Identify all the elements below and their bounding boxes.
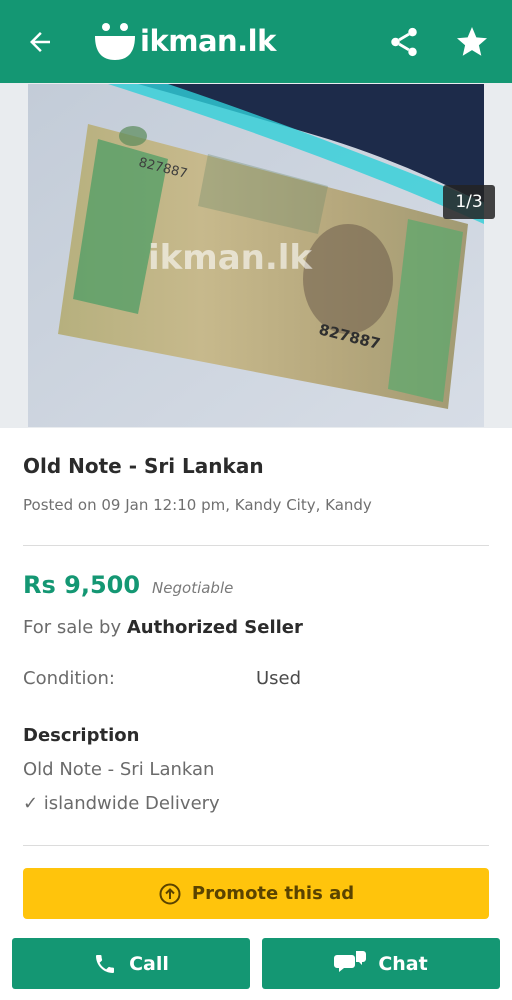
condition-label: Condition: <box>23 668 115 689</box>
seller-info: For sale by Authorized Seller <box>23 617 303 638</box>
description-line: Old Note - Sri Lankan <box>23 759 215 780</box>
chat-button[interactable]: Chat <box>262 938 500 989</box>
description-heading: Description <box>23 725 140 746</box>
brand-logo[interactable]: ikman.lk <box>92 18 276 64</box>
posted-info: Posted on 09 Jan 12:10 pm, Kandy City, K… <box>23 496 372 514</box>
phone-icon <box>96 954 115 973</box>
ikman-logo-icon <box>92 18 138 64</box>
favorite-button[interactable] <box>452 22 492 62</box>
condition-value: Used <box>256 668 302 689</box>
share-button[interactable] <box>384 22 424 62</box>
listing-title: Old Note - Sri Lankan <box>23 454 264 478</box>
brand-name: ikman.lk <box>140 24 276 58</box>
top-app-bar: ikman.lk <box>0 0 512 83</box>
watermark-text: ikman.lk <box>148 238 313 278</box>
promote-label: Promote this ad <box>191 883 355 904</box>
call-label: Call <box>129 952 169 975</box>
share-icon <box>391 27 417 57</box>
image-gallery[interactable]: 827887 827887 ikman.lk 1/3 <box>0 83 512 428</box>
negotiable-label: Negotiable <box>152 579 234 597</box>
chat-bubbles-icon <box>334 950 367 972</box>
chat-label: Chat <box>378 952 428 975</box>
description-line: ✓ islandwide Delivery <box>23 793 220 814</box>
divider <box>23 545 489 546</box>
price: Rs 9,500 <box>23 571 141 599</box>
arrow-left-icon <box>30 32 50 52</box>
image-counter: 1/3 <box>443 185 495 219</box>
seller-name[interactable]: Authorized Seller <box>127 617 303 638</box>
back-button[interactable] <box>22 24 58 60</box>
listing-photo[interactable]: 827887 827887 ikman.lk <box>28 84 484 427</box>
price-row: Rs 9,500 Negotiable <box>23 571 233 599</box>
call-button[interactable]: Call <box>12 938 250 989</box>
promote-ad-button[interactable]: Promote this ad <box>23 868 489 919</box>
for-sale-prefix: For sale by <box>23 617 127 638</box>
divider <box>23 845 489 846</box>
arrow-up-circle-icon <box>159 883 181 904</box>
star-icon <box>457 27 487 56</box>
